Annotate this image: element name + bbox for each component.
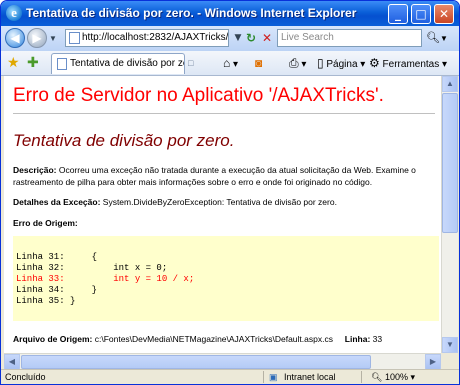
source-file-paragraph: Arquivo de Origem: c:\Fontes\DevMedia\NE… <box>13 333 433 345</box>
code-line: Linha 32: int x = 0; <box>16 263 168 273</box>
page-menu-label: Página <box>326 59 358 70</box>
zoom-level: 100% <box>384 372 408 382</box>
search-input[interactable]: Live Search <box>277 29 422 47</box>
scroll-right-icon[interactable]: ▶ <box>425 354 441 370</box>
page-icon: ▯ <box>317 56 324 70</box>
vertical-scrollbar[interactable]: ▲ ▼ <box>441 76 458 353</box>
title-bar[interactable]: e Tentativa de divisão por zero. - Windo… <box>1 1 459 26</box>
status-separator <box>361 371 362 383</box>
home-icon: ⌂ <box>223 56 231 70</box>
status-text: Concluído <box>5 372 46 382</box>
tab-page-icon <box>57 58 67 70</box>
search-button[interactable]: 🔍︎▼ <box>426 29 456 47</box>
scroll-down-icon[interactable]: ▼ <box>442 337 458 353</box>
source-code-block: Linha 31: { Linha 32: int x = 0; Linha 3… <box>13 236 439 321</box>
vertical-scroll-thumb[interactable] <box>442 93 458 233</box>
source-error-heading: Erro de Origem: <box>13 217 433 229</box>
tab-label: Tentativa de divisão por zero. <box>70 58 184 69</box>
stop-icon[interactable]: ✕ <box>259 30 275 46</box>
close-button[interactable]: ✕ <box>434 4 454 24</box>
favorites-star-icon[interactable]: ★ <box>7 54 20 70</box>
internet-explorer-logo-icon: e <box>6 5 22 21</box>
address-url: http://localhost:2832/AJAXTricks/Def <box>82 32 229 43</box>
minimize-button[interactable]: _ <box>388 4 408 24</box>
tools-menu-button[interactable]: ⚙ Ferramentas ▾ <box>369 55 447 73</box>
exception-label: Detalhes da Exceção: <box>13 197 101 207</box>
error-title: Tentativa de divisão por zero. <box>13 131 235 150</box>
zoom-control[interactable]: 🔍︎ 100% ▾ <box>371 370 415 384</box>
code-line: Linha 35: } <box>16 296 76 306</box>
exception-paragraph: Detalhes da Exceção: System.DivideByZero… <box>13 196 433 208</box>
code-line-error: Linha 33: int y = 10 / x; <box>16 274 195 284</box>
maximize-button[interactable]: □ <box>411 4 431 24</box>
status-bar: Concluído ▣ Intranet local 🔍︎ 100% ▾ <box>1 369 459 384</box>
page-menu-button[interactable]: ▯ Página ▾ <box>317 55 365 73</box>
tools-menu-label: Ferramentas <box>382 59 440 70</box>
security-zone-text: Intranet local <box>284 372 336 382</box>
back-button[interactable]: ◀ <box>5 28 25 48</box>
source-error-label: Erro de Origem: <box>13 218 78 228</box>
exception-text: System.DivideByZeroException: Tentativa … <box>102 197 337 207</box>
page-heading: Erro de Servidor no Aplicativo '/AJAXTri… <box>13 85 384 106</box>
page-icon <box>69 32 80 44</box>
page-content: Erro de Servidor no Aplicativo '/AJAXTri… <box>4 76 441 353</box>
tab-current-page[interactable]: Tentativa de divisão por zero. <box>51 53 185 74</box>
browser-window: e Tentativa de divisão por zero. - Windo… <box>0 0 460 385</box>
feeds-icon: ◙ <box>255 56 263 70</box>
print-icon: ⎙ <box>289 56 299 70</box>
code-line: Linha 31: { <box>16 252 98 262</box>
scroll-up-icon[interactable]: ▲ <box>442 76 458 92</box>
gear-icon: ⚙ <box>369 56 380 70</box>
print-button[interactable]: ⎙ ▾ <box>289 55 306 73</box>
source-file-value: c:\Fontes\DevMedia\NETMagazine\AJAXTrick… <box>94 334 333 344</box>
code-line: Linha 34: } <box>16 285 98 295</box>
refresh-icon[interactable]: ↻ <box>243 30 259 46</box>
horizontal-scrollbar[interactable]: ◀ ▶ <box>4 353 441 370</box>
horizontal-scroll-thumb[interactable] <box>21 355 371 369</box>
add-favorites-icon[interactable]: ✚ <box>27 54 39 70</box>
zoom-icon: 🔍︎ <box>371 372 383 382</box>
search-dropdown-icon[interactable]: ▼ <box>440 34 448 43</box>
line-label: Linha: <box>344 334 371 344</box>
line-value: 33 <box>372 334 383 344</box>
tab-toolbar: ★ ✚ Tentativa de divisão por zero. □ ⌂ ▾… <box>1 51 459 76</box>
feeds-button[interactable]: ◙ <box>255 55 262 73</box>
description-paragraph: Descrição: Ocorreu uma exceção não trata… <box>13 164 433 188</box>
divider <box>13 113 435 114</box>
recent-pages-dropdown-icon[interactable]: ▼ <box>49 34 57 43</box>
address-field[interactable]: http://localhost:2832/AJAXTricks/Def <box>65 29 229 47</box>
window-title: Tentativa de divisão por zero. - Windows… <box>26 6 357 20</box>
description-label: Descrição: <box>13 165 57 175</box>
new-tab-button[interactable]: □ <box>188 55 193 71</box>
status-separator <box>263 371 264 383</box>
address-toolbar: ◀ ▶ ▼ http://localhost:2832/AJAXTricks/D… <box>1 26 459 52</box>
intranet-zone-icon: ▣ <box>269 372 278 382</box>
forward-button[interactable]: ▶ <box>27 28 47 48</box>
scroll-left-icon[interactable]: ◀ <box>4 354 20 370</box>
description-text: Ocorreu uma exceção não tratada durante … <box>13 165 416 187</box>
source-file-label: Arquivo de Origem: <box>13 334 93 344</box>
home-button[interactable]: ⌂ ▾ <box>223 55 238 73</box>
search-icon: 🔍︎ <box>426 32 440 44</box>
